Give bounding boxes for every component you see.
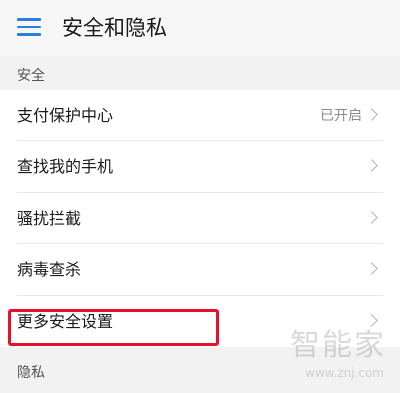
watermark-title: 智能家 bbox=[290, 328, 386, 363]
list-item-harassment-block[interactable]: 骚扰拦截 bbox=[0, 192, 400, 245]
page-title: 安全和隐私 bbox=[62, 16, 167, 40]
chevron-right-icon bbox=[365, 313, 378, 327]
status-value: 已开启 bbox=[320, 108, 362, 124]
list-item-label: 病毒查杀 bbox=[17, 260, 82, 280]
list-item-find-my-phone[interactable]: 查找我的手机 bbox=[0, 141, 400, 194]
watermark: 智能家 www.znj.com bbox=[266, 328, 386, 386]
section-header-privacy: 隐私 bbox=[17, 365, 45, 381]
highlight-box bbox=[8, 309, 219, 346]
list-item-label: 查找我的手机 bbox=[17, 157, 114, 177]
hamburger-menu-icon[interactable] bbox=[17, 18, 41, 36]
watermark-url: www.znj.com bbox=[305, 366, 384, 380]
list-item-payment-protection[interactable]: 支付保护中心 已开启 bbox=[0, 90, 400, 142]
chevron-right-icon bbox=[365, 262, 378, 276]
list-item-label: 骚扰拦截 bbox=[17, 208, 82, 228]
top-app-bar: 安全和隐私 bbox=[0, 0, 400, 56]
list-item-virus-scan[interactable]: 病毒查杀 bbox=[0, 244, 400, 296]
section-header-security: 安全 bbox=[17, 68, 45, 84]
chevron-right-icon bbox=[365, 159, 378, 173]
chevron-right-icon bbox=[365, 210, 378, 224]
list-item-label: 支付保护中心 bbox=[17, 106, 114, 125]
chevron-right-icon bbox=[365, 108, 378, 121]
